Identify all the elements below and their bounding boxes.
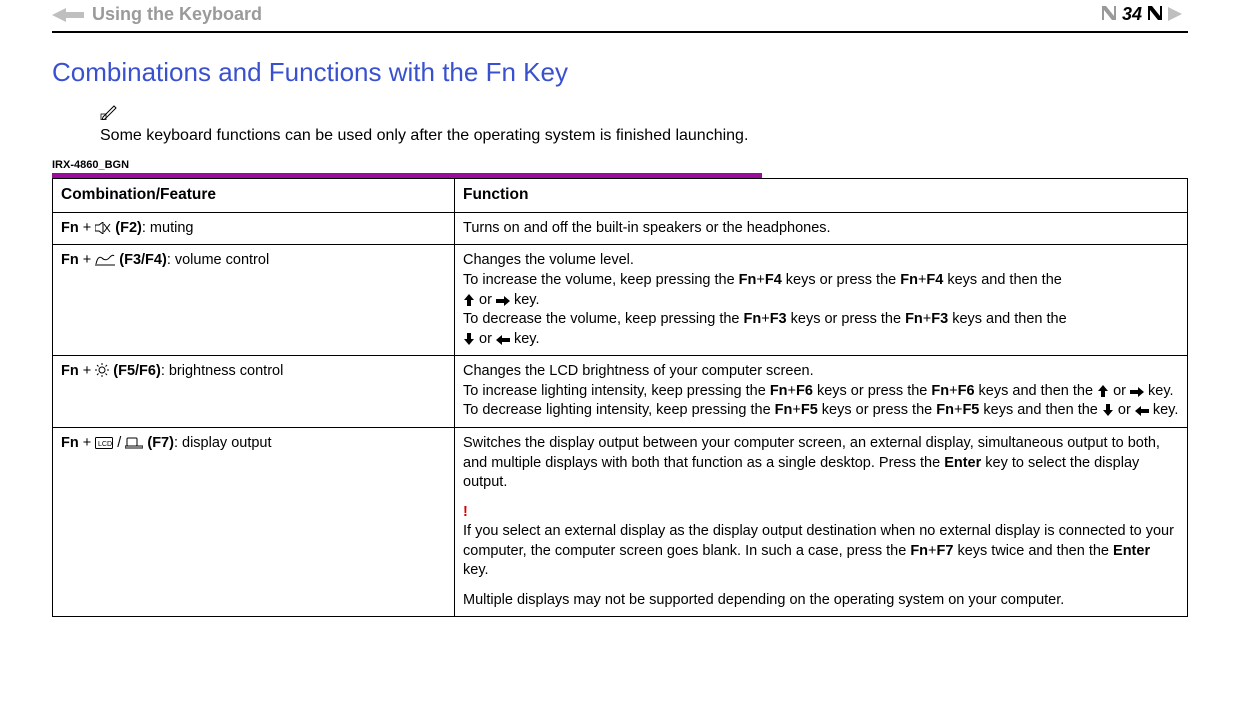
nav-next-arrow-icon[interactable] [1168,6,1188,24]
header-section-title: Using the Keyboard [92,4,262,25]
table-row: Fn + LCD / (F7): display output [53,427,1188,617]
func-cell: Changes the volume level. To increase th… [455,245,1188,356]
th-combination: Combination/Feature [53,179,455,213]
nav-next-icon[interactable] [1146,4,1164,25]
nav-prev-icon[interactable] [52,4,84,25]
arrow-up-icon [463,292,475,308]
volume-icon [95,252,119,268]
nav-n-icon[interactable] [1100,4,1118,25]
arrow-down-icon [463,331,475,347]
combo-cell: Fn + (F2): muting [53,212,455,245]
pencil-note-icon [100,104,1188,125]
svg-text:LCD: LCD [98,441,112,448]
arrow-up-icon [1097,383,1109,399]
header-rule [52,31,1188,33]
func-cell: Turns on and off the built-in speakers o… [455,212,1188,245]
warning-mark: ! [463,503,1179,523]
note-text: Some keyboard functions can be used only… [100,127,748,144]
arrow-left-icon [1135,402,1149,418]
page-number: 34 [1122,4,1142,25]
page-header: Using the Keyboard 34 [52,0,1188,25]
combo-cell: Fn + (F5/F6): brightness co [53,356,455,428]
th-function: Function [455,179,1188,213]
brightness-icon [95,363,113,379]
tail-note: Multiple displays may not be supported d… [463,591,1179,611]
arrow-down-icon [1102,402,1114,418]
mute-icon [95,220,115,236]
page-title: Combinations and Functions with the Fn K… [52,57,1188,88]
arrow-right-icon [496,292,510,308]
external-display-icon [125,435,147,451]
display-icon: LCD [95,435,117,451]
combo-cell: Fn + LCD / (F7): display output [53,427,455,617]
arrow-right-icon [1130,383,1144,399]
combo-cell: Fn + (F3/F4): volume control [53,245,455,356]
table-row: Fn + (F5/F6): brightness co [53,356,1188,428]
warning-text: If you select an external display as the… [463,522,1179,581]
note-block: Some keyboard functions can be used only… [100,104,1188,145]
code-label: IRX-4860_BGN [52,159,1188,171]
fn-key-table: Combination/Feature Function Fn + (F2 [52,178,1188,617]
table-row: Fn + (F2): muting Turns on and off the b… [53,212,1188,245]
func-cell: Switches the display output between your… [455,427,1188,617]
table-row: Fn + (F3/F4): volume control Changes the… [53,245,1188,356]
func-cell: Changes the LCD brightness of your compu… [455,356,1188,428]
arrow-left-icon [496,331,510,347]
